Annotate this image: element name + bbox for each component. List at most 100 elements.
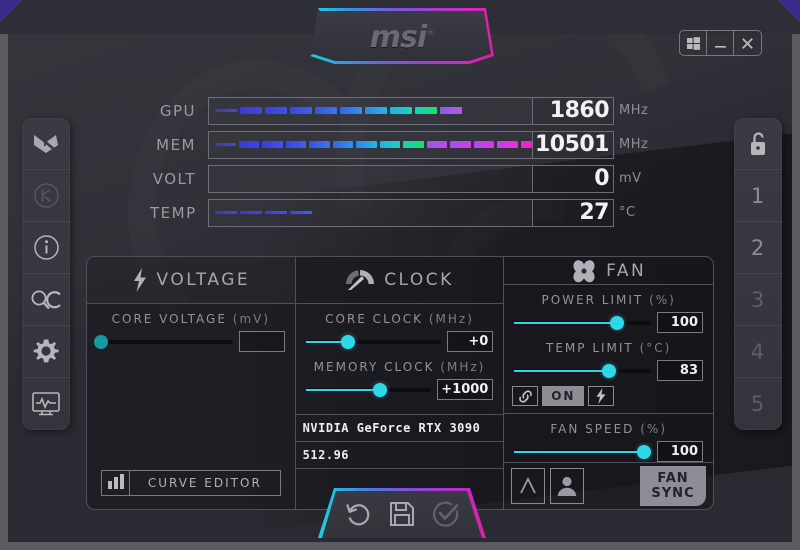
readout-value-mem: 10501 (532, 130, 614, 159)
fan-speed-slider-row: 100 (514, 441, 704, 462)
monitoring-readouts: GPU 1860 MHz MEM 10501 MHz VOLT 0 mV TEM… (150, 96, 660, 232)
apply-button[interactable] (433, 501, 459, 527)
limits-on-toggle[interactable]: ON (542, 386, 585, 406)
core-voltage-value[interactable] (238, 331, 285, 352)
control-panel: VOLTAGE CORE VOLTAGE (mV) CURVE EDITOR C… (86, 256, 714, 510)
readout-value-volt: 0 (532, 164, 614, 193)
fan-bottom-bar: FAN SYNC (504, 462, 713, 509)
profile-1-label: 1 (750, 183, 766, 208)
lightning-icon (596, 388, 606, 404)
fan-speed-unit: (%) (640, 422, 667, 436)
bar-chart-icon (102, 471, 130, 495)
core-clock-value[interactable]: +0 (447, 331, 494, 352)
gpu-name-row: NVIDIA GeForce RTX 3090 (295, 414, 504, 441)
core-clock-unit: (MHz) (428, 312, 474, 326)
fan-sync-line1: FAN (657, 471, 689, 486)
link-limits-button[interactable] (512, 386, 539, 406)
tab-clock-label: CLOCK (384, 270, 454, 290)
memory-clock-slider[interactable] (305, 381, 432, 399)
tab-clock[interactable]: CLOCK (295, 257, 504, 304)
memory-clock-value[interactable]: +1000 (437, 379, 494, 400)
profile-5[interactable]: 5 (734, 378, 782, 430)
windows-icon[interactable] (680, 31, 707, 55)
fan-speed-slider[interactable] (514, 443, 652, 461)
profile-sidebar: 1 2 3 4 5 (734, 118, 782, 430)
sidebar-item-info[interactable] (22, 222, 70, 274)
temp-limit-value[interactable]: 83 (657, 360, 704, 381)
core-clock-title: CORE CLOCK (325, 312, 424, 326)
tab-voltage[interactable]: VOLTAGE (87, 257, 295, 304)
monitor-graph-icon (32, 392, 60, 416)
auto-a-icon (520, 476, 537, 494)
msi-logo: msi® (310, 20, 494, 55)
fan-speed-value[interactable]: 100 (657, 441, 704, 462)
profile-lock[interactable] (734, 118, 782, 170)
reset-button[interactable] (345, 501, 371, 527)
core-voltage-knob[interactable] (94, 334, 109, 349)
msi-logo-text: msi (369, 20, 427, 55)
readout-label-gpu: GPU (159, 101, 196, 120)
profile-1[interactable]: 1 (734, 170, 782, 222)
temp-limit-label: TEMP LIMIT (°C) (514, 341, 703, 355)
profile-2-label: 2 (750, 235, 766, 260)
profile-4[interactable]: 4 (734, 326, 782, 378)
tab-fan[interactable]: FAN (504, 257, 713, 285)
fan-sync-button[interactable]: FAN SYNC (640, 466, 707, 506)
core-clock-control: CORE CLOCK (MHz) +0 (296, 304, 504, 352)
sidebar-item-monitoring[interactable] (22, 378, 70, 430)
check-circle-icon (433, 501, 459, 527)
oc-scanner-icon (31, 290, 61, 309)
memory-clock-control: MEMORY CLOCK (MHz) +1000 (296, 352, 504, 400)
memory-clock-knob[interactable] (372, 382, 387, 397)
readout-label-temp: TEMP (150, 203, 197, 222)
msi-registered-mark: ® (426, 29, 435, 39)
gauge-icon (346, 270, 375, 290)
prioritize-power-button[interactable] (588, 386, 615, 406)
auto-fan-button[interactable] (511, 468, 546, 504)
curve-editor-button[interactable]: CURVE EDITOR (101, 470, 281, 496)
core-clock-slider-row: +0 (305, 331, 494, 352)
sidebar-item-kombustor[interactable] (22, 118, 70, 170)
minimize-icon[interactable] (707, 31, 734, 55)
clock-body: CORE CLOCK (MHz) +0 MEMORY CLOCK (MHz) +… (295, 304, 504, 509)
curve-editor-label: CURVE EDITOR (147, 476, 262, 490)
readout-value-gpu: 1860 (532, 96, 614, 125)
info-icon (33, 235, 59, 260)
core-clock-knob[interactable] (340, 334, 355, 349)
fan-sync-line2: SYNC (651, 486, 695, 501)
fan-column: FAN POWER LIMIT (%) 100 TEMP LIMIT (°C) … (504, 257, 713, 509)
profile-3[interactable]: 3 (734, 274, 782, 326)
fan-speed-knob[interactable] (637, 444, 652, 459)
user-fan-button[interactable] (550, 468, 585, 504)
readout-row-gpu: GPU 1860 MHz (150, 96, 660, 125)
power-limit-value[interactable]: 100 (657, 312, 704, 333)
temp-limit-unit: (°C) (639, 341, 672, 355)
lightning-icon (133, 268, 146, 292)
temp-limit-knob[interactable] (601, 363, 616, 378)
fan-speed-control: FAN SPEED (%) 100 (504, 414, 713, 462)
core-clock-slider[interactable] (305, 333, 442, 351)
save-button[interactable] (389, 501, 415, 527)
power-limit-title: POWER LIMIT (541, 293, 644, 307)
power-limit-knob[interactable] (609, 315, 624, 330)
floppy-save-icon (390, 502, 414, 526)
sidebar-item-scanner[interactable] (22, 274, 70, 326)
readout-bar-mem (208, 130, 532, 159)
core-voltage-slider[interactable] (94, 333, 233, 351)
sidebar-item-kboost[interactable] (22, 170, 70, 222)
voltage-body: CORE VOLTAGE (mV) CURVE EDITOR (87, 304, 295, 509)
temp-limit-slider[interactable] (514, 362, 652, 380)
window-controls (679, 30, 762, 56)
fan-speed-label: FAN SPEED (%) (514, 422, 703, 436)
close-icon[interactable] (734, 31, 761, 55)
sidebar-item-settings[interactable] (22, 326, 70, 378)
power-limit-slider[interactable] (514, 314, 652, 332)
memory-clock-slider-row: +1000 (305, 379, 494, 400)
gpu-secondary-row: 512.96 (295, 441, 504, 468)
memory-clock-title: MEMORY CLOCK (313, 360, 435, 374)
profile-2[interactable]: 2 (734, 222, 782, 274)
readout-label-volt: VOLT (152, 169, 196, 188)
readout-label-mem: MEM (156, 135, 196, 154)
readout-row-temp: TEMP 27 °C (150, 198, 660, 227)
voltage-column: VOLTAGE CORE VOLTAGE (mV) CURVE EDITOR (87, 257, 296, 509)
